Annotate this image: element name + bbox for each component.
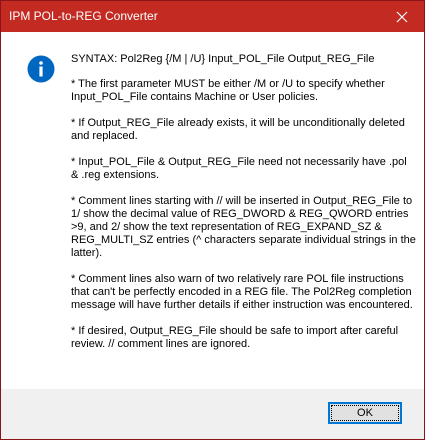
message-paragraph: * Comment lines starting with // will be… — [71, 195, 416, 259]
message-paragraph: * If Output_REG_File already exists, it … — [71, 117, 405, 142]
button-bar: OK — [1, 389, 424, 439]
message-paragraph: * Input_POL_File & Output_REG_File need … — [71, 156, 407, 181]
close-icon — [396, 11, 407, 22]
message-paragraph: * Comment lines also warn of two relativ… — [71, 273, 413, 311]
syntax-line: SYNTAX: Pol2Reg {/M | /U} Input_POL_File… — [71, 53, 375, 65]
message-text: SYNTAX: Pol2Reg {/M | /U} Input_POL_File… — [71, 53, 416, 364]
close-button[interactable] — [379, 1, 424, 32]
message-dialog: IPM POL-to-REG Converter SYNTAX: Pol2Reg… — [0, 0, 425, 440]
title-bar[interactable]: IPM POL-to-REG Converter — [1, 1, 424, 32]
focus-rectangle — [331, 405, 399, 421]
message-paragraph: * The first parameter MUST be either /M … — [71, 78, 385, 103]
message-area: SYNTAX: Pol2Reg {/M | /U} Input_POL_File… — [1, 32, 424, 389]
ok-button[interactable]: OK — [328, 402, 402, 424]
message-paragraph: * If desired, Output_REG_File should be … — [71, 325, 399, 350]
info-icon — [27, 55, 55, 83]
window-title: IPM POL-to-REG Converter — [9, 9, 158, 23]
